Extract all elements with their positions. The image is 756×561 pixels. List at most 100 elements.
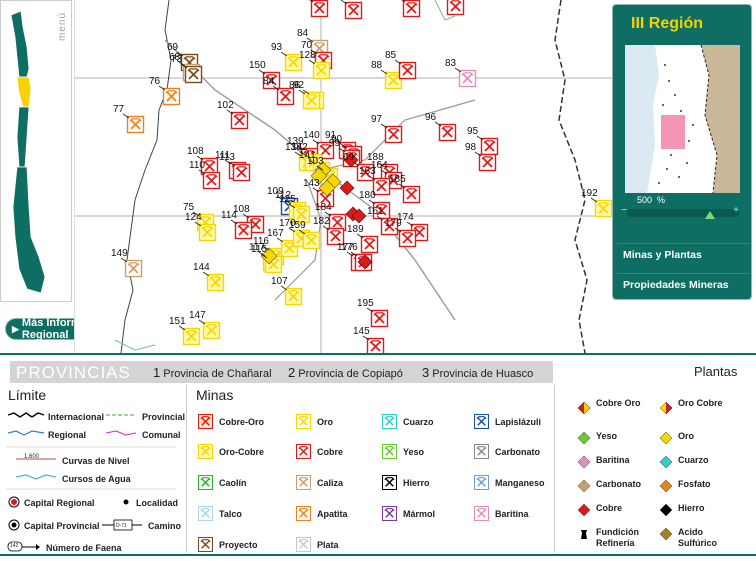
menu-label[interactable]: menú [57,1,68,41]
mine-marker[interactable] [230,111,249,130]
propiedades-mineras-button[interactable]: Propiedades Mineras [617,273,749,295]
mine-marker[interactable] [372,177,391,196]
faena-number-label: 180 [359,190,376,201]
divider [554,385,555,553]
provincial-label: Provincial [142,412,186,422]
faena-number-label: 93 [271,42,283,53]
region-title: III Región [631,15,703,32]
camino-label: Camino [148,521,182,531]
zoom-in-icon[interactable]: + [731,206,741,216]
region-south[interactable] [12,166,46,294]
region-atacama[interactable] [16,76,32,108]
faena-number-label: 192 [581,188,598,199]
mine-marker[interactable] [402,0,421,18]
planta-label: Oro [678,431,695,441]
faena-number-label: 114 [221,210,237,221]
internacional-line [7,412,45,418]
zoom-slider-thumb[interactable] [705,211,715,219]
mine-marker[interactable] [594,199,613,218]
faena-number-label: 66 [331,0,343,1]
regional-label: Regional [48,430,87,440]
mine-marker[interactable] [202,171,221,190]
provincias-bar: PROVINCIAS 1 Provincia de Chañaral 2 Pro… [10,361,553,383]
mine-marker[interactable] [480,137,499,156]
mine-marker[interactable] [302,91,321,110]
minas-plantas-button[interactable]: Minas y Plantas [617,243,749,265]
capital-regional-label: Capital Regional [24,498,95,508]
mine-marker[interactable] [310,0,329,18]
provincia-copiapo[interactable]: 2 Provincia de Copiapó [288,365,403,380]
mine-map[interactable]: 7266565584150937088858312869687392867684… [74,0,614,353]
faena-number-label: 159 [289,220,306,231]
faena-number-label: 69 [343,152,355,163]
mina-label: Lapislázuli [495,417,542,427]
minas-title: Minas [196,387,234,403]
faena-number-label: 195 [357,298,374,309]
faena-number-label: 189 [347,224,364,235]
provincias-title: PROVINCIAS [16,363,131,382]
mine-marker[interactable] [232,163,251,182]
oro-mine-icon [197,443,214,464]
faena-number-label: 108 [187,146,204,157]
provincia-chanaral[interactable]: 1 Provincia de Chañaral [153,365,272,380]
limite-title: Límite [8,387,47,403]
mine-marker[interactable] [302,231,321,250]
planta-label: Cobre [596,503,623,513]
mine-marker[interactable] [184,65,203,84]
planta-label: Cobre Oro [596,398,641,408]
mine-marker[interactable] [446,0,465,16]
mine-marker[interactable] [438,123,457,142]
divider [186,385,187,553]
app-root: menú ▶ Más Información Regional 84 150 9… [0,0,756,561]
region-central[interactable] [16,106,30,168]
arrow-right-icon: ▶ [12,323,19,334]
provincia-huasco[interactable]: 3 Provincia de Huasco [422,365,533,380]
lapislazuli-mine-icon [473,413,490,434]
mine-marker[interactable] [198,223,217,242]
region-north[interactable] [10,10,30,78]
planta-diamond-icon [577,455,591,473]
faena-number-label: 167 [267,228,284,239]
zoom-slider[interactable] [627,209,739,217]
mine-marker[interactable] [126,115,145,134]
mine-marker[interactable] [398,229,417,248]
faena-number-label: 113 [219,152,235,163]
mina-label: Carbonato [495,447,540,457]
planta-label: Acido Sulfúrico [678,527,718,548]
oro-mine-icon [295,413,312,434]
apatita-mine-icon [295,505,312,526]
mina-label: Oro [317,417,334,427]
mine-marker[interactable] [398,61,417,80]
planta-label: Baritina [596,455,630,465]
mine-marker[interactable] [458,69,477,88]
faena-label: Número de Faena [46,543,122,553]
mina-label: Cuarzo [403,417,434,427]
mine-marker[interactable] [312,61,331,80]
mine-marker[interactable] [182,327,201,346]
mine-marker[interactable] [284,287,303,306]
faena-number-label: 128 [299,50,316,61]
map-canvas[interactable]: 7266565584150937088858312869687392867684… [75,0,614,353]
baritina-mine-icon [473,505,490,526]
planta-diamond-icon [659,455,673,473]
mine-marker[interactable] [402,185,421,204]
mine-marker[interactable] [124,259,143,278]
mine-marker[interactable] [384,125,403,144]
mine-marker[interactable] [206,273,225,292]
planta-label: Hierro [678,503,705,513]
mine-marker[interactable] [162,87,181,106]
cuarzo-mine-icon [381,413,398,434]
planta-label: Cuarzo [678,455,709,465]
marmol-mine-icon [381,505,398,526]
chile-region-map[interactable] [5,7,51,299]
mini-map[interactable] [625,45,740,193]
mini-map-viewport[interactable] [661,115,685,149]
mina-label: Cobre [317,447,344,457]
mine-marker[interactable] [478,153,497,172]
mine-marker[interactable] [344,1,363,20]
mine-marker[interactable] [202,321,221,340]
mine-marker[interactable] [360,235,379,254]
mine-marker[interactable] [234,221,253,240]
mine-marker[interactable] [366,337,385,354]
mine-marker[interactable] [370,309,389,328]
